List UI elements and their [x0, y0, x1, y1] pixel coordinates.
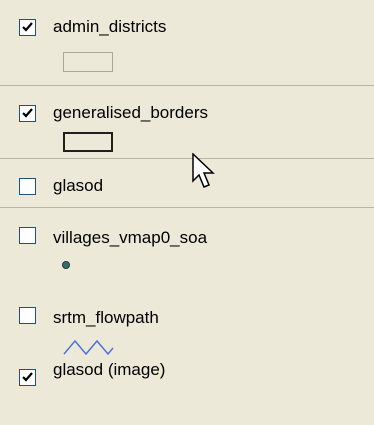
- layer-item-glasod-image[interactable]: glasod (image): [0, 350, 374, 410]
- layer-item-villages-vmap0-soa[interactable]: villages_vmap0_soa: [0, 208, 374, 288]
- layer-visibility-checkbox[interactable]: [19, 19, 36, 36]
- check-mark-icon: [22, 22, 33, 32]
- check-mark-icon: [22, 108, 33, 118]
- arrow-cursor-icon: [192, 153, 215, 188]
- layer-visibility-checkbox[interactable]: [19, 307, 36, 324]
- layer-visibility-checkbox[interactable]: [19, 369, 36, 386]
- layer-name-label[interactable]: villages_vmap0_soa: [53, 228, 207, 248]
- layer-name-label[interactable]: glasod: [53, 176, 103, 196]
- layer-visibility-checkbox[interactable]: [19, 105, 36, 122]
- polygon-light-icon: [63, 52, 113, 72]
- check-mark-icon: [22, 372, 33, 382]
- layer-name-label[interactable]: generalised_borders: [53, 103, 208, 123]
- layer-visibility-checkbox[interactable]: [19, 227, 36, 244]
- layer-item-generalised-borders[interactable]: generalised_borders: [0, 86, 374, 158]
- layer-name-label[interactable]: glasod (image): [53, 360, 165, 380]
- layer-visibility-checkbox[interactable]: [19, 178, 36, 195]
- table-of-contents-panel: admin_districts generalised_borders glas…: [0, 0, 374, 425]
- polygon-dark-icon: [63, 132, 113, 152]
- layer-item-glasod[interactable]: glasod: [0, 159, 374, 207]
- point-icon: [62, 261, 70, 269]
- layer-name-label[interactable]: srtm_flowpath: [53, 308, 159, 328]
- layer-name-label[interactable]: admin_districts: [53, 17, 166, 37]
- layer-item-admin-districts[interactable]: admin_districts: [0, 0, 374, 85]
